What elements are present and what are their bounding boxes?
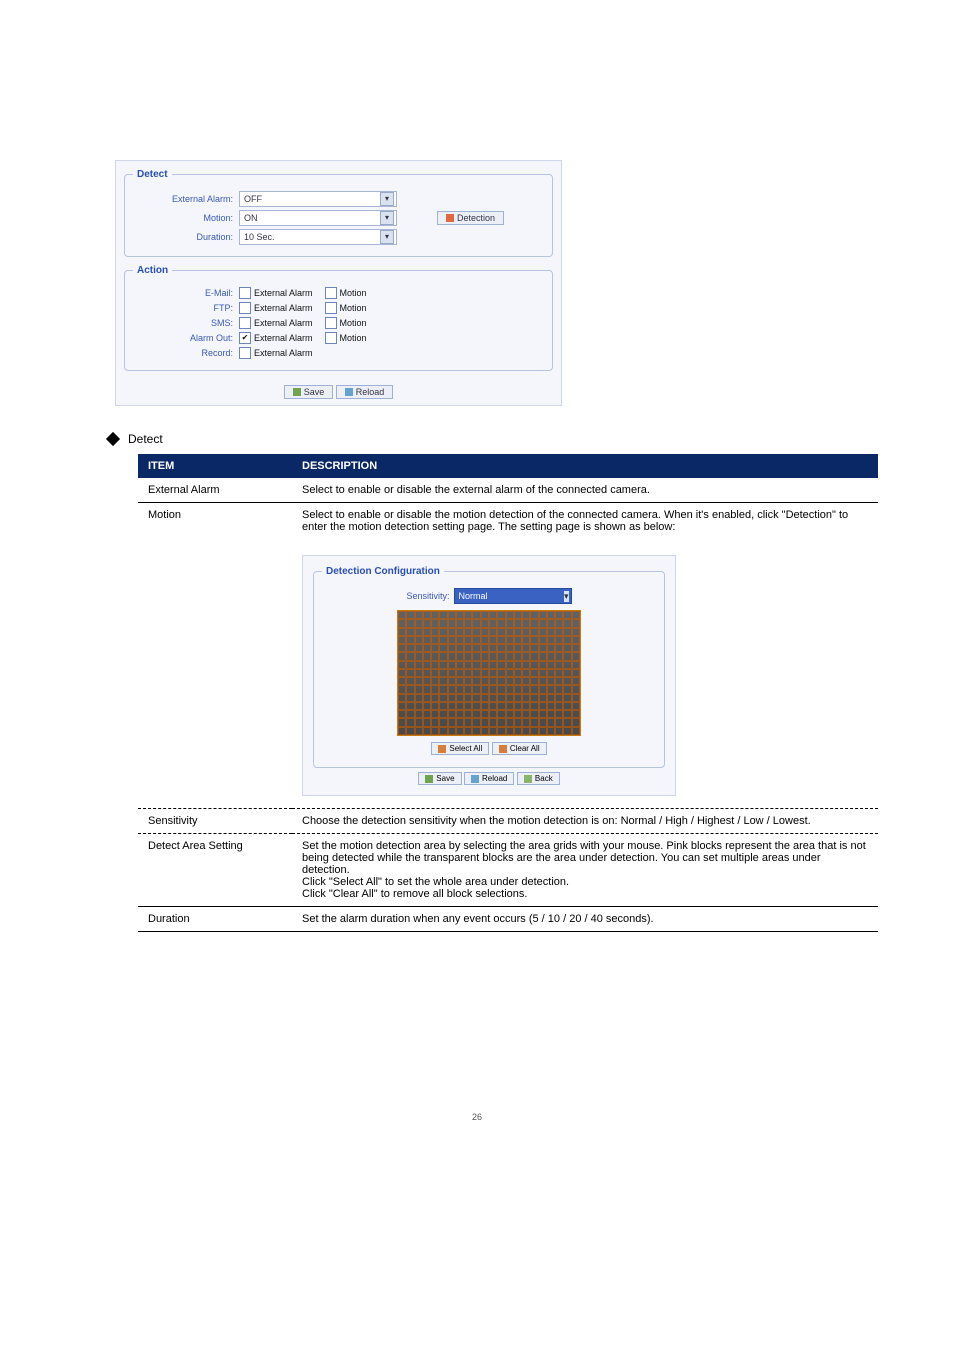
detection-icon [446,214,454,222]
th-desc: DESCRIPTION [292,454,878,478]
sensitivity-value: Normal [459,591,488,601]
chevron-down-icon: ▾ [564,591,569,602]
sms-motion-checkbox[interactable] [325,317,337,329]
inner-save-label: Save [436,774,454,783]
reload-button[interactable]: Reload [336,385,394,399]
checkbox-label: External Alarm [254,333,313,343]
trigger-config-screenshot: Detect External Alarm: OFF ▾ Motion: ON … [115,160,562,406]
inner-reload-button[interactable]: Reload [464,772,514,785]
checkbox-label: Motion [340,288,367,298]
reload-button-label: Reload [356,387,385,397]
action-legend: Action [133,265,172,276]
save-icon [425,775,433,783]
ftp-motion-checkbox[interactable] [325,302,337,314]
email-motion-checkbox[interactable] [325,287,337,299]
inner-screenshot-cell: Detection Configuration Sensitivity: Nor… [292,539,878,809]
detection-config-screenshot: Detection Configuration Sensitivity: Nor… [302,555,676,796]
row-item: External Alarm [138,478,292,503]
button-row: Save Reload [116,379,561,405]
ftp-label: FTP: [133,303,239,313]
duration-label: Duration: [133,232,239,242]
email-label: E-Mail: [133,288,239,298]
external-alarm-label: External Alarm: [133,194,239,204]
detect-legend: Detect [133,169,172,180]
action-fieldset: Action E-Mail: External Alarm Motion FTP… [124,265,553,371]
inner-reload-label: Reload [482,774,507,783]
detection-config-fieldset: Detection Configuration Sensitivity: Nor… [313,566,665,768]
section-heading: Detect [108,432,894,446]
row-desc: Set the alarm duration when any event oc… [292,907,878,932]
detect-fieldset: Detect External Alarm: OFF ▾ Motion: ON … [124,169,553,257]
checkbox-label: Motion [340,303,367,313]
diamond-icon [106,432,120,446]
motion-value: ON [244,213,258,223]
motion-label: Motion: [133,213,239,223]
sms-label: SMS: [133,318,239,328]
save-button[interactable]: Save [284,385,334,399]
alarmout-motion-checkbox[interactable] [325,332,337,344]
sms-ext-checkbox[interactable] [239,317,251,329]
detection-config-legend: Detection Configuration [322,566,444,577]
checkbox-label: External Alarm [254,348,313,358]
sensitivity-select[interactable]: Normal ▾ [454,588,572,604]
section-heading-text: Detect [128,432,163,446]
chevron-down-icon: ▾ [380,192,394,206]
row-item: Detect Area Setting [138,834,292,907]
external-alarm-value: OFF [244,194,262,204]
sensitivity-label: Sensitivity: [406,591,449,601]
back-icon [524,775,532,783]
row-item: Sensitivity [138,809,292,834]
inner-back-button[interactable]: Back [517,772,560,785]
row-desc: Set the motion detection area by selecti… [292,834,878,907]
detection-button-label: Detection [457,213,495,223]
clear-all-label: Clear All [510,744,540,753]
save-button-label: Save [304,387,325,397]
alarmout-label: Alarm Out: [133,333,239,343]
row-item: Duration [138,907,292,932]
row-desc: Select to enable or disable the external… [292,478,878,503]
row-item: Motion [138,503,292,809]
checkbox-label: External Alarm [254,288,313,298]
detection-grid[interactable] [397,610,581,736]
chevron-down-icon: ▾ [380,230,394,244]
checkbox-label: Motion [340,333,367,343]
grid-icon [438,745,446,753]
record-ext-checkbox[interactable] [239,347,251,359]
row-desc: Select to enable or disable the motion d… [292,503,878,540]
row-desc: Choose the detection sensitivity when th… [292,809,878,834]
page: Detect External Alarm: OFF ▾ Motion: ON … [0,0,954,1182]
reload-icon [345,388,353,396]
grid-icon [499,745,507,753]
select-all-label: Select All [449,744,482,753]
select-all-button[interactable]: Select All [431,742,489,755]
checkbox-label: External Alarm [254,318,313,328]
page-number: 26 [60,1112,894,1122]
description-table: ITEM DESCRIPTION External Alarm Select t… [138,454,878,932]
record-label: Record: [133,348,239,358]
reload-icon [471,775,479,783]
th-item: ITEM [138,454,292,478]
clear-all-button[interactable]: Clear All [492,742,547,755]
checkbox-label: Motion [340,318,367,328]
chevron-down-icon: ▾ [380,211,394,225]
inner-back-label: Back [535,774,553,783]
motion-select[interactable]: ON ▾ [239,210,397,226]
checkbox-label: External Alarm [254,303,313,313]
alarmout-ext-checkbox[interactable]: ✔ [239,332,251,344]
duration-value: 10 Sec. [244,232,275,242]
save-icon [293,388,301,396]
email-ext-checkbox[interactable] [239,287,251,299]
detection-button[interactable]: Detection [437,211,504,225]
ftp-ext-checkbox[interactable] [239,302,251,314]
external-alarm-select[interactable]: OFF ▾ [239,191,397,207]
inner-save-button[interactable]: Save [418,772,461,785]
duration-select[interactable]: 10 Sec. ▾ [239,229,397,245]
